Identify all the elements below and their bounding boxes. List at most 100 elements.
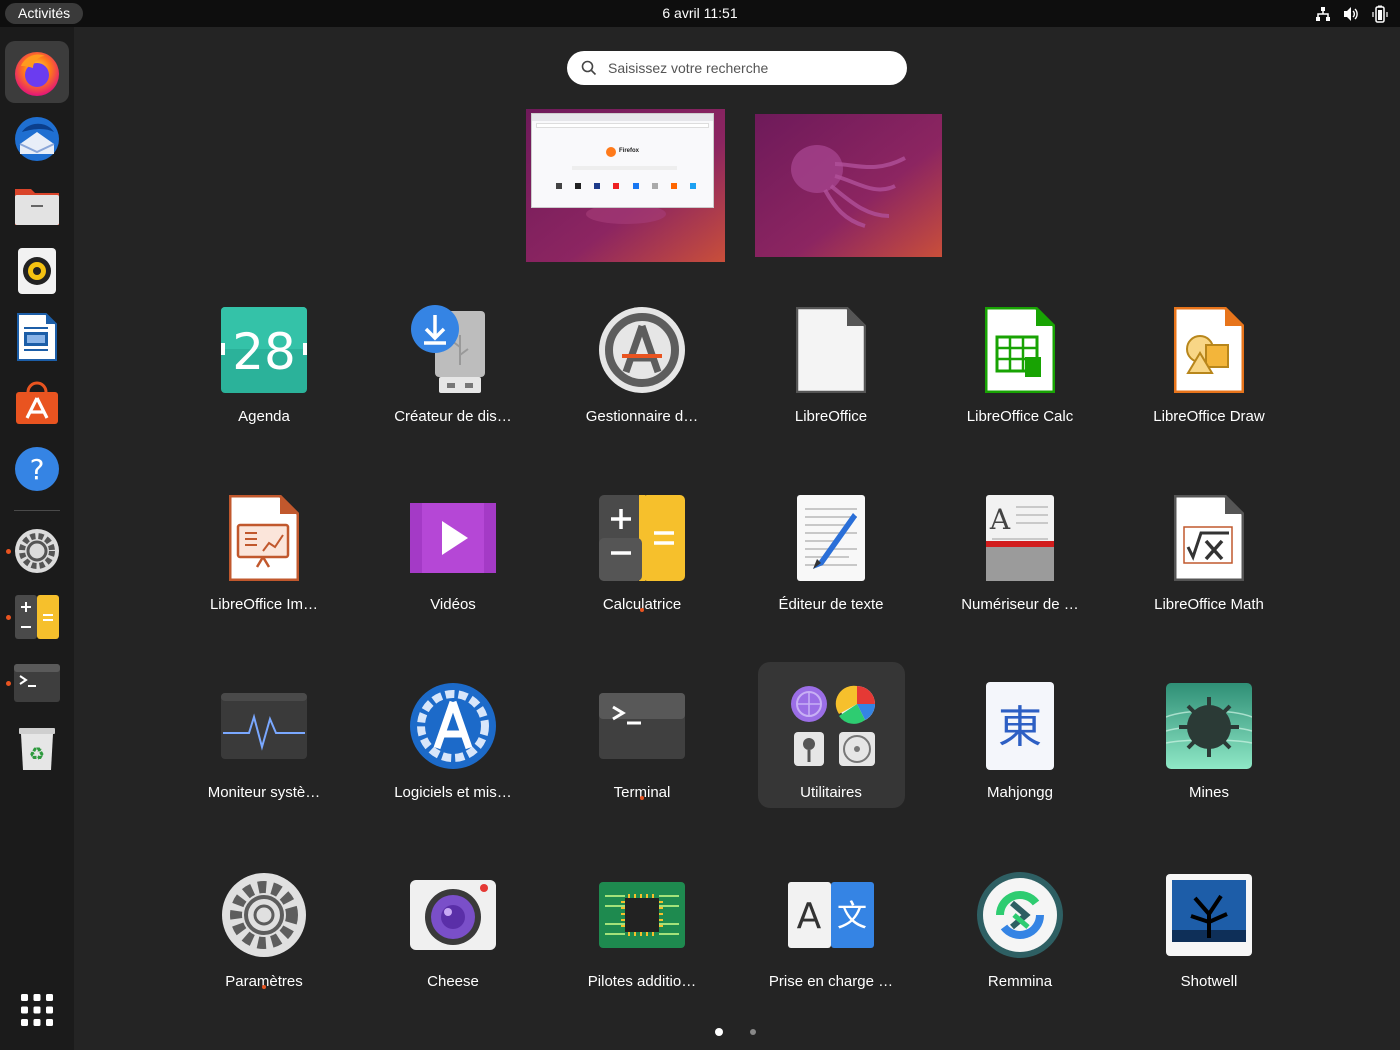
app-libreoffice[interactable]: LibreOffice xyxy=(761,290,901,430)
libreoffice-math-icon xyxy=(1165,494,1253,582)
dock-help[interactable]: ? xyxy=(5,438,69,500)
firefox-window-thumbnail[interactable]: Firefox xyxy=(531,113,714,208)
app-remmina[interactable]: Remmina xyxy=(950,855,1090,995)
language-support-icon: A文 xyxy=(787,871,875,959)
app-calculator[interactable]: Calculatrice xyxy=(572,478,712,618)
dock-thunderbird[interactable] xyxy=(5,108,69,170)
utilities-folder-icon xyxy=(787,682,875,770)
app-label: Cheese xyxy=(427,973,479,990)
window-firefox-title: Firefox xyxy=(619,148,640,154)
shotwell-icon xyxy=(1165,871,1253,959)
svg-text:?: ? xyxy=(30,453,45,486)
drivers-icon xyxy=(598,871,686,959)
system-tray[interactable] xyxy=(1315,4,1388,23)
app-language-support[interactable]: A 文 Prise en charge … xyxy=(761,855,901,995)
search-box[interactable] xyxy=(567,51,907,85)
dock-trash[interactable]: ♻ xyxy=(5,718,69,780)
dock-settings[interactable] xyxy=(5,520,69,582)
app-libreoffice-impress[interactable]: LibreOffice Im… xyxy=(194,478,334,618)
app-calendar[interactable]: 28 Agenda xyxy=(194,290,334,430)
window-search-field xyxy=(572,166,677,170)
app-system-monitor[interactable]: Moniteur systè… xyxy=(194,666,334,806)
app-mines[interactable]: Mines xyxy=(1139,666,1279,806)
app-settings[interactable]: Paramètres xyxy=(194,855,334,995)
running-indicator xyxy=(262,985,266,989)
calendar-icon: 28 xyxy=(220,306,308,394)
app-label: LibreOffice xyxy=(794,408,868,425)
rhythmbox-icon xyxy=(18,248,56,294)
dock-firefox[interactable] xyxy=(5,41,69,103)
app-videos[interactable]: Vidéos xyxy=(383,478,523,618)
videos-icon xyxy=(409,494,497,582)
app-libreoffice-draw[interactable]: LibreOffice Draw xyxy=(1139,290,1279,430)
window-tabbar xyxy=(532,114,713,121)
dock-rhythmbox[interactable] xyxy=(5,240,69,302)
running-indicator xyxy=(640,608,644,612)
app-mahjongg[interactable]: 東 Mahjongg xyxy=(950,666,1090,806)
app-label: Pilotes additio… xyxy=(587,973,697,990)
terminal-icon xyxy=(598,682,686,770)
app-shotwell[interactable]: Shotwell xyxy=(1139,855,1279,995)
page-indicator-1[interactable] xyxy=(715,1028,723,1036)
app-cheese[interactable]: Cheese xyxy=(383,855,523,995)
search-input[interactable] xyxy=(608,51,888,85)
top-bar: Activités 6 avril 11:51 xyxy=(0,0,1400,27)
cheese-icon xyxy=(409,871,497,959)
wallpaper-image xyxy=(755,114,942,257)
dock-ubuntu-software[interactable] xyxy=(5,372,69,434)
app-label: Shotwell xyxy=(1180,973,1238,990)
mines-icon xyxy=(1165,682,1253,770)
svg-text:A: A xyxy=(989,503,1011,536)
running-indicator xyxy=(640,796,644,800)
app-usb-creator[interactable]: Créateur de dis… xyxy=(383,290,523,430)
clock-button[interactable]: 6 avril 11:51 xyxy=(662,5,737,21)
workspace-thumbnail-2[interactable] xyxy=(755,114,942,257)
search-icon xyxy=(581,60,597,76)
scanner-icon: A xyxy=(976,494,1064,582)
app-label: Utilitaires xyxy=(800,784,862,801)
app-terminal[interactable]: Terminal xyxy=(572,666,712,806)
app-scanner[interactable]: A Numériseur de … xyxy=(950,478,1090,618)
app-libreoffice-calc[interactable]: LibreOffice Calc xyxy=(950,290,1090,430)
app-text-editor[interactable]: Éditeur de texte xyxy=(761,478,901,618)
app-label: Moniteur systè… xyxy=(207,784,321,801)
thunderbird-icon xyxy=(15,117,59,161)
volume-icon[interactable] xyxy=(1343,6,1360,22)
app-utilities-folder[interactable]: Utilitaires xyxy=(761,666,901,806)
activities-button[interactable]: Activités xyxy=(5,3,84,24)
firefox-icon xyxy=(15,52,59,96)
help-icon: ? xyxy=(15,447,59,491)
network-icon[interactable] xyxy=(1315,6,1331,22)
dock-files[interactable] xyxy=(5,174,69,236)
clock: 6 avril 11:51 xyxy=(0,0,1400,27)
dock-calculator[interactable] xyxy=(5,586,69,648)
libreoffice-draw-icon xyxy=(1165,306,1253,394)
text-editor-icon xyxy=(787,494,875,582)
app-label: Remmina xyxy=(987,973,1053,990)
battery-icon[interactable] xyxy=(1372,5,1388,23)
dock: ? ♻ xyxy=(0,27,74,1050)
app-libreoffice-math[interactable]: LibreOffice Math xyxy=(1139,478,1279,618)
ubuntu-software-icon xyxy=(16,381,58,424)
system-monitor-icon xyxy=(220,682,308,770)
page-indicator-2[interactable] xyxy=(750,1029,756,1035)
app-label: Vidéos xyxy=(430,596,476,613)
libreoffice-impress-icon xyxy=(220,494,308,582)
app-software-updates[interactable]: Logiciels et mis… xyxy=(383,666,523,806)
show-apps-button[interactable] xyxy=(5,979,69,1041)
dock-terminal[interactable] xyxy=(5,652,69,714)
app-label: Gestionnaire d… xyxy=(585,408,699,425)
calendar-day: 28 xyxy=(232,323,296,381)
settings-icon xyxy=(220,871,308,959)
app-label: Créateur de dis… xyxy=(394,408,512,425)
usb-creator-icon xyxy=(409,305,497,394)
settings-icon xyxy=(15,529,59,573)
software-updates-icon xyxy=(409,682,497,770)
mahjongg-glyph: 東 xyxy=(998,702,1042,753)
calculator-icon xyxy=(15,595,59,639)
app-drivers[interactable]: Pilotes additio… xyxy=(572,855,712,995)
language-glyph-a: A xyxy=(797,896,822,937)
dock-libreoffice-writer[interactable] xyxy=(5,306,69,368)
workspace-thumbnail-1[interactable]: Firefox xyxy=(526,109,725,262)
app-update-manager[interactable]: Gestionnaire d… xyxy=(572,290,712,430)
